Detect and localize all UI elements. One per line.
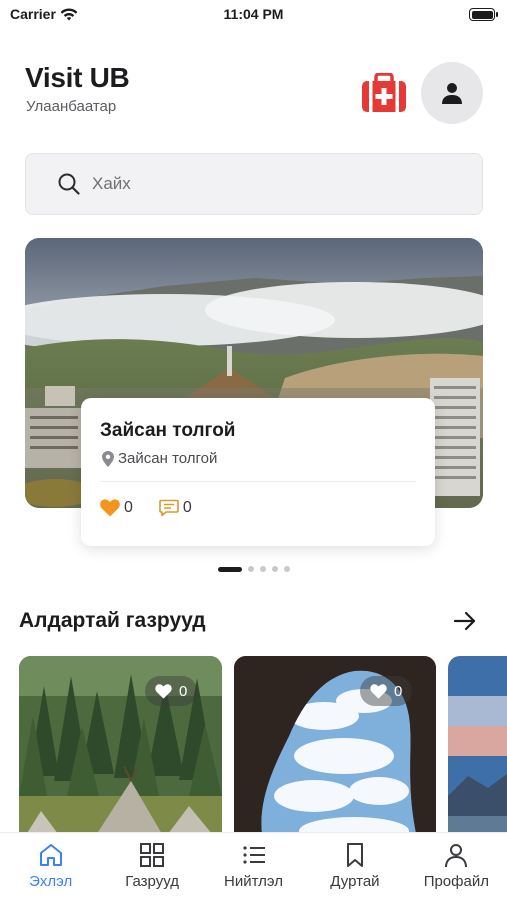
profile-avatar-button[interactable]: [421, 62, 483, 124]
heart-icon: [370, 683, 387, 699]
like-badge[interactable]: 0: [145, 676, 198, 706]
tab-places[interactable]: Газрууд: [101, 833, 202, 900]
first-aid-button[interactable]: [360, 72, 408, 114]
status-bar: Carrier 11:04 PM: [0, 0, 507, 30]
like-count: 0: [124, 499, 133, 516]
divider: [100, 481, 416, 482]
heart-icon: [155, 683, 172, 699]
battery-level: [471, 10, 493, 19]
tab-home[interactable]: Эхлэл: [0, 833, 101, 900]
search-icon: [58, 173, 80, 195]
tab-label: Эхлэл: [29, 873, 73, 890]
comment-count: 0: [182, 499, 192, 516]
like-stat[interactable]: 0: [100, 499, 133, 517]
user-icon: [442, 83, 462, 104]
like-badge[interactable]: 0: [360, 676, 413, 706]
person-icon: [445, 844, 468, 868]
like-count: 0: [179, 682, 188, 700]
mountain-dusk-photo: [448, 656, 507, 846]
first-aid-kit-icon: [362, 73, 406, 112]
featured-location-label: Зайсан толгой: [118, 450, 218, 467]
pager-dot[interactable]: [271, 566, 278, 572]
featured-place-card[interactable]: Зайсан толгой Зайсан толгой 0 0: [81, 398, 435, 546]
pager-dot[interactable]: [283, 566, 290, 572]
like-count: 0: [394, 682, 403, 700]
tab-label: Дуртай: [330, 873, 380, 890]
bookmark-icon: [346, 843, 363, 867]
tab-favorites[interactable]: Дуртай: [304, 833, 405, 900]
grid-icon: [140, 843, 165, 867]
app-title: Visit UB: [25, 62, 130, 93]
arrow-right-icon[interactable]: [453, 609, 477, 633]
featured-stats: 0 0: [100, 499, 192, 517]
comment-icon: [159, 499, 179, 517]
status-time: 11:04 PM: [223, 6, 284, 22]
list-icon: [242, 846, 265, 864]
app-subtitle: Улаанбаатар: [26, 98, 117, 115]
tab-label: Профайл: [423, 873, 489, 890]
tab-label: Нийтлэл: [224, 873, 283, 890]
featured-place-title: Зайсан толгой: [100, 420, 236, 441]
popular-section-title: Алдартай газрууд: [19, 609, 206, 632]
featured-place-location: Зайсан толгой: [102, 450, 217, 467]
tab-label: Газрууд: [125, 873, 179, 890]
comment-stat[interactable]: 0: [159, 499, 192, 517]
location-pin-icon: [102, 450, 114, 467]
search-bar[interactable]: [25, 153, 483, 215]
pager-dot[interactable]: [259, 566, 266, 572]
popular-place-card[interactable]: 0: [234, 656, 436, 846]
tab-bar: Эхлэл Газрууд Нийтлэл Дуртай Профайл: [0, 832, 507, 900]
battery-icon: [469, 8, 498, 21]
pager-dot-active[interactable]: [217, 566, 242, 572]
search-input[interactable]: [92, 174, 432, 194]
heart-icon: [100, 499, 120, 517]
tab-articles[interactable]: Нийтлэл: [203, 833, 304, 900]
popular-place-card[interactable]: [448, 656, 507, 846]
tab-profile[interactable]: Профайл: [406, 833, 507, 900]
popular-place-card[interactable]: 0: [19, 656, 222, 846]
home-icon: [39, 844, 62, 866]
pager-dot[interactable]: [247, 566, 254, 572]
carousel-pager: [0, 566, 507, 572]
